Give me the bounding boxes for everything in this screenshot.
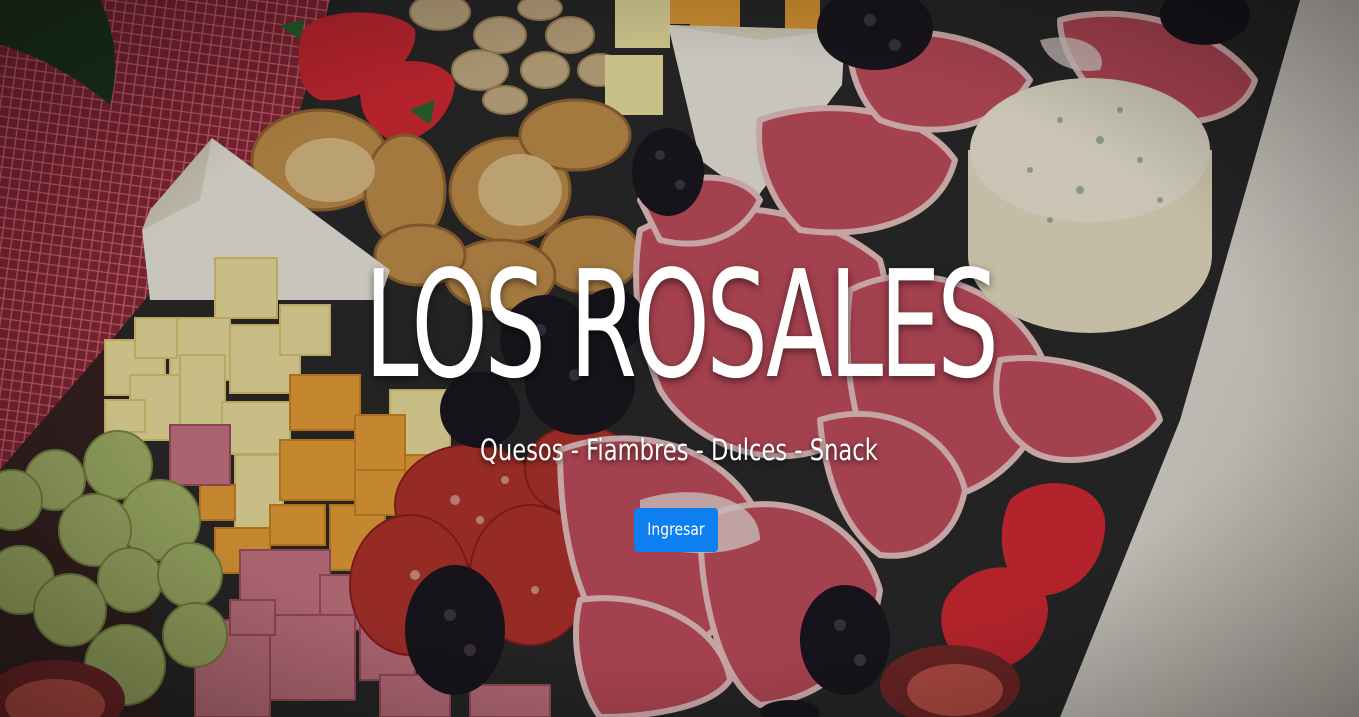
hero-content: LOS ROSALES Quesos - Fiambres - Dulces -… [0, 0, 1359, 717]
ingresar-button-label: Ingresar [647, 520, 705, 540]
hero-title: LOS ROSALES [364, 239, 999, 411]
hero-subtitle: Quesos - Fiambres - Dulces - Snack [480, 433, 878, 467]
ingresar-button[interactable]: Ingresar [634, 508, 718, 552]
hero-section: LOS ROSALES Quesos - Fiambres - Dulces -… [0, 0, 1359, 717]
